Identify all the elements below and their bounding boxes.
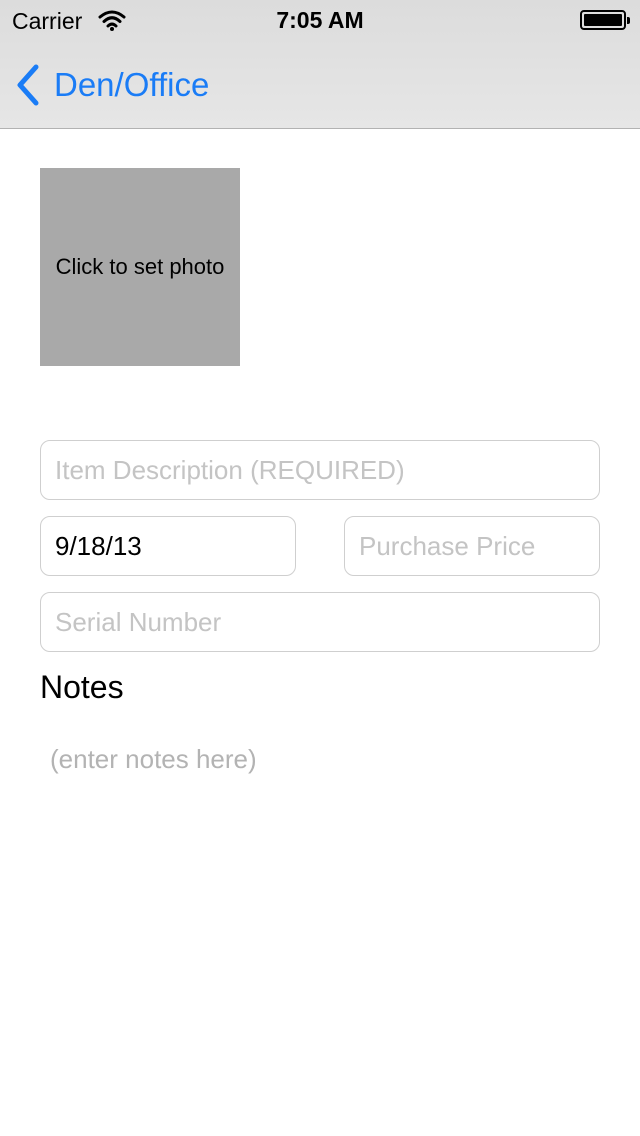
back-button[interactable]: Den/Office <box>14 62 209 108</box>
battery-icon <box>580 10 630 30</box>
clock: 7:05 AM <box>276 7 364 33</box>
purchase-price-field[interactable] <box>344 516 600 576</box>
notes-heading: Notes <box>40 669 124 705</box>
item-description-field[interactable] <box>40 440 600 500</box>
chevron-left-icon <box>17 64 39 106</box>
item-detail-screen: Carrier 7:05 AM Den/Office Click to set … <box>0 0 640 1136</box>
back-button-label: Den/Office <box>54 66 210 103</box>
notes-textarea[interactable] <box>40 730 600 1090</box>
serial-number-field[interactable] <box>40 592 600 652</box>
set-photo-label: Click to set photo <box>55 254 225 279</box>
status-bar: Carrier 7:05 AM <box>0 0 640 40</box>
set-photo-button[interactable]: Click to set photo <box>40 168 240 366</box>
navigation-bar: Carrier 7:05 AM Den/Office <box>0 0 640 129</box>
purchase-date-field[interactable] <box>40 516 296 576</box>
